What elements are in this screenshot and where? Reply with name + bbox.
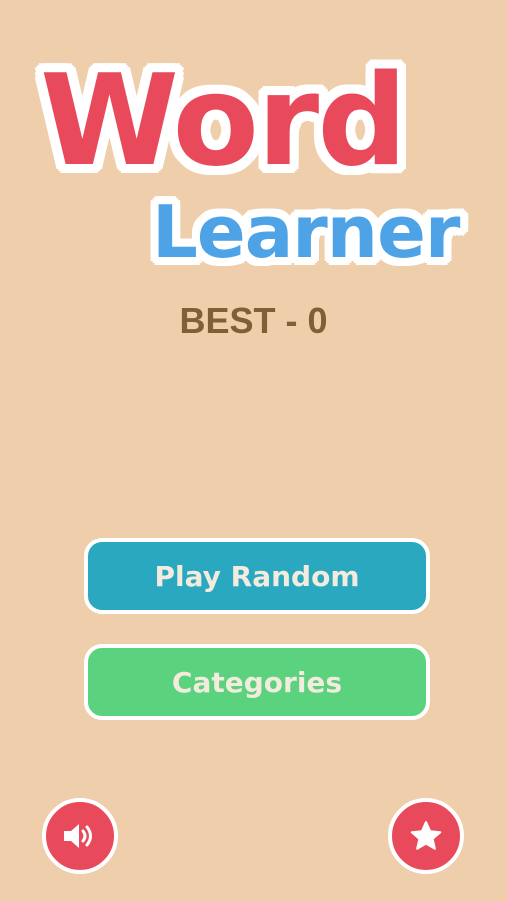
rate-star-button[interactable] — [388, 798, 464, 874]
star-icon — [409, 819, 443, 853]
best-score-label: BEST - 0 — [179, 300, 328, 341]
play-random-button[interactable]: Play Random — [84, 538, 430, 614]
play-random-label: Play Random — [154, 559, 360, 593]
categories-button[interactable]: Categories — [84, 644, 430, 720]
speaker-icon — [62, 821, 98, 851]
main-menu-screen: Word Learner BEST - 0 Play Random Catego… — [0, 0, 507, 901]
logo-title-word: Word — [40, 47, 407, 194]
sound-toggle-button[interactable] — [42, 798, 118, 874]
game-logo: Word Learner — [0, 0, 507, 300]
logo-title-learner: Learner — [152, 190, 460, 274]
categories-label: Categories — [171, 665, 343, 699]
